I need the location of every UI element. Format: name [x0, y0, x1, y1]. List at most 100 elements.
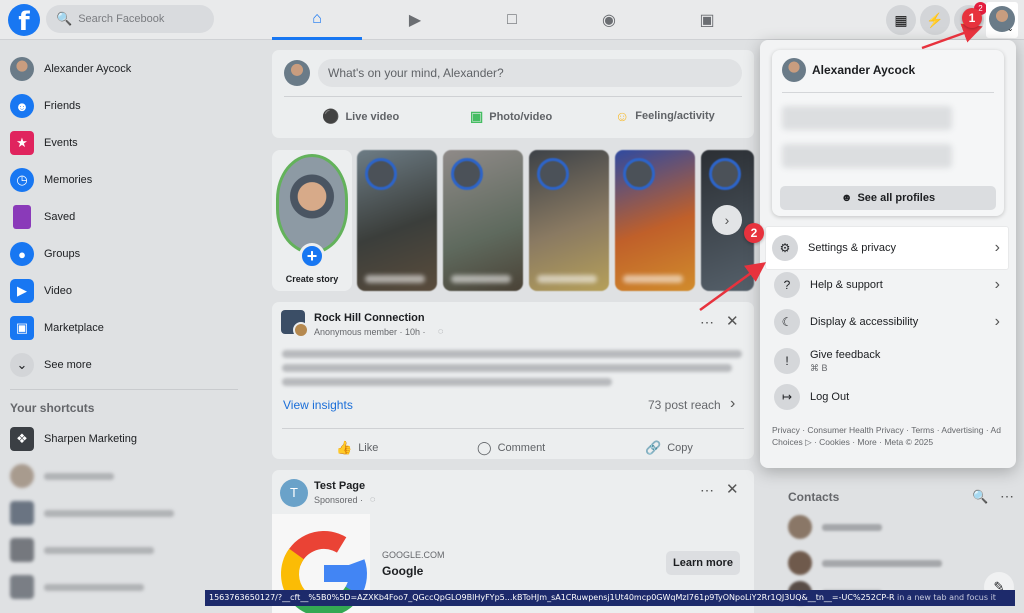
logout-icon: ↦ — [774, 384, 800, 410]
chevron-down-icon: ⌄ — [1007, 24, 1014, 33]
menu-item-give-feedback[interactable]: ! Give feedback ⌘ B — [768, 341, 1008, 381]
tab-gaming[interactable]: ▣ — [662, 0, 752, 40]
see-all-profiles-button[interactable]: ☻ See all profiles — [780, 186, 996, 210]
blurred-profile-row[interactable] — [782, 144, 952, 168]
learn-more-button[interactable]: Learn more — [666, 551, 740, 575]
search-box[interactable]: 🔍 Search Facebook — [46, 5, 214, 33]
sidebar-item-label: Events — [44, 137, 78, 149]
menu-item-label: Display & accessibility — [810, 316, 919, 328]
story-card[interactable] — [529, 150, 609, 291]
feeling-activity-button[interactable]: ☺ Feeling/activity — [615, 108, 715, 124]
sidebar-item-label: Groups — [44, 248, 81, 260]
page-name[interactable]: Test Page — [314, 480, 365, 492]
post-reach[interactable]: 73 post reach — [648, 398, 721, 412]
close-icon[interactable]: ✕ — [726, 312, 739, 330]
create-story-card[interactable]: + Create story — [272, 150, 352, 291]
page-avatar[interactable]: T — [280, 479, 308, 507]
story-card[interactable] — [357, 150, 437, 291]
more-options-icon[interactable]: ⋯ — [700, 314, 714, 331]
search-input[interactable]: Search Facebook — [78, 13, 164, 25]
sidebar-item-label: Video — [44, 285, 72, 297]
story-name — [623, 275, 683, 283]
comment-button[interactable]: ◯ Comment — [477, 440, 545, 456]
post-meta: Anonymous member · 10h · — [314, 327, 426, 337]
photo-icon: ▣ — [470, 108, 484, 124]
thumbs-up-icon: 👍 — [336, 440, 353, 455]
shortcut-item[interactable] — [10, 533, 154, 567]
clock-icon: ◷ — [10, 168, 34, 192]
menu-button[interactable]: ▦ — [886, 5, 916, 35]
ad-headline[interactable]: Google — [382, 564, 423, 578]
post-card: Rock Hill Connection Anonymous member · … — [272, 302, 754, 459]
live-video-button[interactable]: ⚫ Live video — [322, 108, 399, 125]
menu-item-display-accessibility[interactable]: ☾ Display & accessibility › — [768, 304, 1008, 340]
story-card[interactable] — [443, 150, 523, 291]
more-options-icon[interactable]: ⋯ — [1000, 488, 1014, 505]
status-url: 1563763650127/?__cft__%5B0%5D=AZXKb4Foo7… — [209, 593, 895, 602]
more-options-icon[interactable]: ⋯ — [700, 482, 714, 499]
search-icon[interactable]: 🔍 — [972, 489, 988, 505]
sidebar-item-memories[interactable]: ◷ Memories — [10, 163, 92, 197]
group-name[interactable]: Rock Hill Connection — [314, 312, 425, 324]
menu-item-label: Settings & privacy — [808, 242, 897, 254]
story-card[interactable] — [615, 150, 695, 291]
plus-icon[interactable]: + — [299, 243, 325, 269]
shortcuts-title: Your shortcuts — [10, 401, 95, 415]
avatar — [10, 57, 34, 81]
profile-name[interactable]: Alexander Aycock — [812, 63, 915, 77]
messenger-button[interactable]: ⚡ — [920, 5, 950, 35]
story-name — [365, 275, 425, 283]
sidebar-item-profile[interactable]: Alexander Aycock — [10, 52, 131, 86]
menu-item-settings-privacy[interactable]: ⚙ Settings & privacy › — [766, 227, 1008, 269]
sidebar-item-events[interactable]: ★ Events — [10, 126, 78, 160]
divider — [284, 96, 742, 97]
contact-item[interactable] — [788, 550, 942, 576]
tab-groups[interactable]: ◉ — [564, 0, 654, 40]
menu-item-log-out[interactable]: ↦ Log Out — [768, 379, 1008, 415]
menu-item-help-support[interactable]: ? Help & support › — [768, 267, 1008, 303]
sidebar-item-label: Friends — [44, 100, 81, 112]
shortcut-item[interactable] — [10, 570, 144, 604]
stories-next-button[interactable]: › — [712, 205, 742, 235]
footer-links[interactable]: Privacy · Consumer Health Privacy · Term… — [772, 424, 1004, 448]
divider — [10, 389, 238, 390]
url-status-bar: 1563763650127/?__cft__%5B0%5D=AZXKb4Foo7… — [205, 590, 1015, 606]
sidebar-item-see-more[interactable]: ⌄ See more — [10, 348, 92, 382]
like-button[interactable]: 👍 Like — [336, 440, 378, 456]
divider — [782, 92, 994, 93]
shortcut-label: Sharpen Marketing — [44, 433, 137, 445]
facebook-logo[interactable]: f — [8, 4, 40, 37]
sidebar-item-marketplace[interactable]: ▣ Marketplace — [10, 311, 104, 345]
globe-icon: ◌ — [438, 326, 444, 336]
view-insights-link[interactable]: View insights — [283, 398, 353, 412]
tab-video[interactable]: ▶ — [370, 0, 460, 40]
blurred-label — [44, 546, 154, 554]
shortcut-logo-icon: ❖ — [10, 427, 34, 451]
shortcut-item[interactable]: ❖ Sharpen Marketing — [10, 422, 137, 456]
composer-input[interactable]: What's on your mind, Alexander? — [318, 59, 742, 87]
blurred-label — [44, 509, 174, 517]
moon-icon: ☾ — [774, 309, 800, 335]
shortcut-item[interactable] — [10, 459, 114, 493]
sidebar-item-friends[interactable]: ☻ Friends — [10, 89, 81, 123]
sidebar-item-saved[interactable]: Saved — [10, 200, 75, 234]
sidebar-item-groups[interactable]: ● Groups — [10, 237, 80, 271]
sidebar-item-video[interactable]: ▶ Video — [10, 274, 72, 308]
avatar — [782, 58, 806, 82]
account-button[interactable]: ⌄ — [986, 2, 1018, 38]
menu-item-label: Give feedback — [810, 348, 881, 361]
tab-marketplace[interactable]: □ — [467, 0, 557, 40]
blurred-profile-row[interactable] — [782, 106, 952, 130]
close-icon[interactable]: ✕ — [726, 480, 739, 498]
live-video-icon: ⚫ — [322, 108, 340, 124]
blurred-post-text — [282, 350, 742, 358]
copy-button[interactable]: 🔗 Copy — [645, 440, 693, 456]
chevron-right-icon: › — [994, 239, 1000, 256]
photo-video-button[interactable]: ▣ Photo/video — [470, 108, 552, 125]
contact-item[interactable] — [788, 514, 882, 540]
calendar-icon: ★ — [10, 131, 34, 155]
shortcut-avatar — [10, 464, 34, 488]
top-navigation-bar: f 🔍 Search Facebook ⌂ ▶ □ ◉ ▣ ▦ ⚡ 🔔 2 ⌄ — [0, 0, 1024, 40]
tab-home[interactable]: ⌂ — [272, 0, 362, 40]
shortcut-item[interactable] — [10, 496, 174, 530]
